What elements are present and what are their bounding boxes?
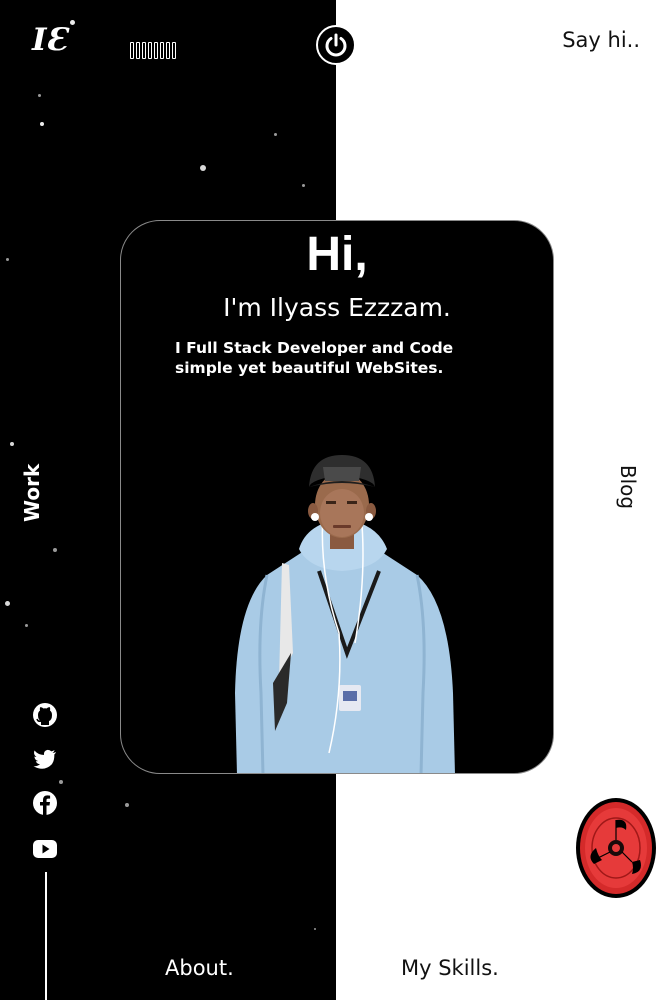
about-link[interactable]: About. (165, 956, 234, 980)
star (5, 601, 10, 606)
star (200, 165, 206, 171)
star (70, 20, 75, 25)
sharingan-icon (580, 802, 652, 894)
twitter-link[interactable] (32, 746, 58, 772)
intro-description: I Full Stack Developer and Code simple y… (175, 339, 454, 377)
power-button[interactable] (316, 25, 356, 65)
power-icon (325, 33, 347, 57)
twitter-icon (33, 749, 56, 769)
star (40, 122, 44, 126)
star (25, 624, 28, 627)
github-link[interactable] (32, 702, 58, 728)
skills-link[interactable]: My Skills. (401, 956, 499, 980)
star (38, 94, 41, 97)
work-link[interactable]: Work (16, 463, 46, 522)
facebook-icon (33, 791, 57, 815)
intro-card: Hi, I'm Ilyass Ezzzam. I Full Stack Deve… (120, 220, 554, 774)
name-heading: I'm Ilyass Ezzzam. (223, 293, 451, 322)
sound-bars-icon[interactable] (130, 42, 176, 59)
star (314, 928, 316, 930)
blog-label: Blog (616, 464, 640, 510)
facebook-link[interactable] (32, 790, 58, 816)
star (10, 442, 14, 446)
youtube-link[interactable] (32, 836, 58, 862)
greeting-heading: Hi, (306, 228, 368, 281)
star (125, 803, 129, 807)
theme-toggle-button[interactable] (576, 798, 656, 898)
site-logo[interactable]: IƐ (32, 22, 68, 58)
profile-photo (235, 455, 455, 773)
star (53, 548, 57, 552)
star (274, 133, 277, 136)
youtube-icon (33, 840, 57, 858)
star (59, 780, 63, 784)
say-hi-link[interactable]: Say hi.. (562, 28, 640, 52)
star (302, 184, 305, 187)
star (6, 258, 9, 261)
github-icon (33, 703, 57, 727)
work-label: Work (20, 463, 44, 522)
social-divider-line (45, 872, 47, 1000)
blog-link[interactable]: Blog (612, 462, 642, 514)
